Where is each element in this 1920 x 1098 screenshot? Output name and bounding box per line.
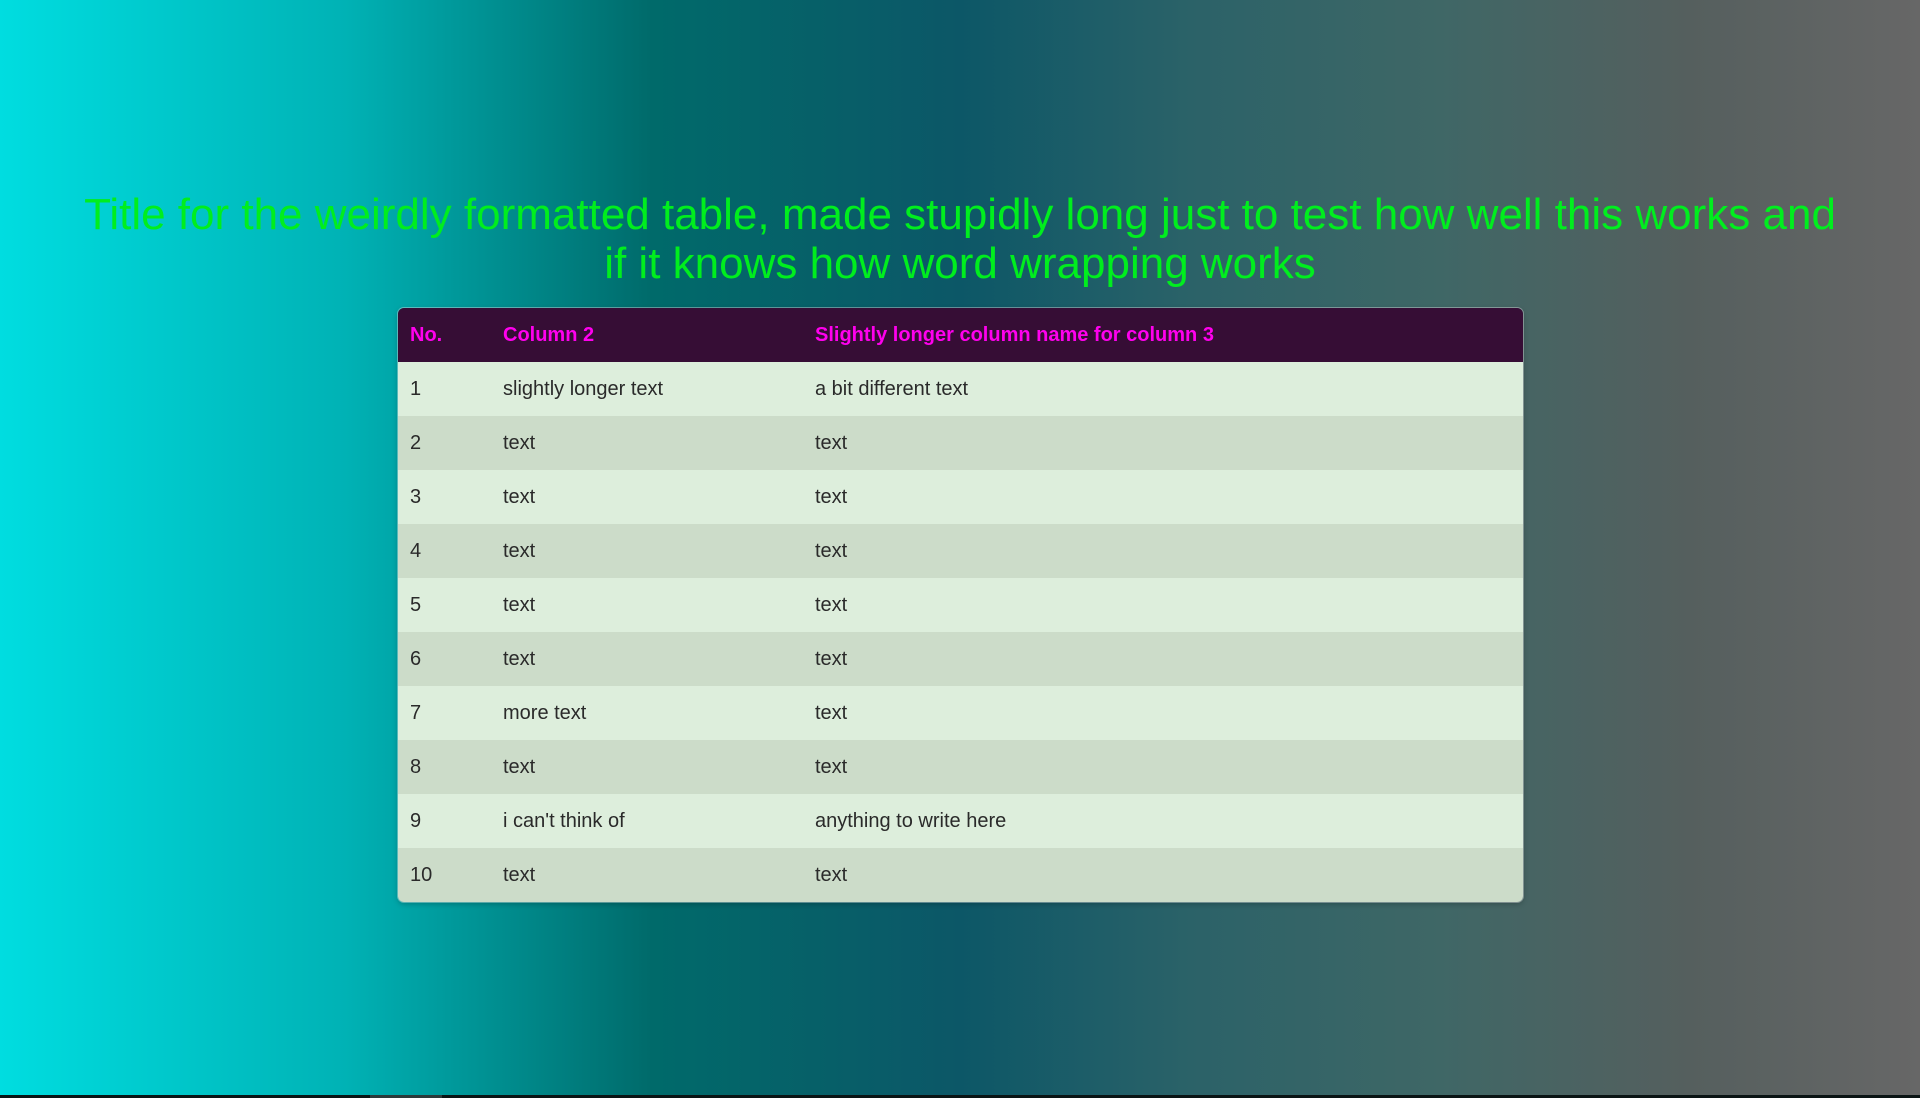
cell-no: 5 <box>410 593 422 616</box>
cell-column-2: text <box>503 755 536 778</box>
cell-column-2: text <box>503 431 536 454</box>
table-row: 9 i can't think of anything to write her… <box>398 794 1523 848</box>
page-title: Title for the weirdly formatted table, m… <box>84 190 1836 288</box>
cell-column-3: text <box>815 755 848 778</box>
cell-column-2: text <box>503 539 536 562</box>
table-row: 3 text text <box>398 470 1523 524</box>
cell-column-2: text <box>503 485 536 508</box>
cell-no: 10 <box>410 863 433 886</box>
cell-column-3: a bit different text <box>815 377 969 400</box>
table-body: 1 slightly longer text a bit different t… <box>398 362 1523 902</box>
cell-column-3: text <box>815 539 848 562</box>
table-row: 1 slightly longer text a bit different t… <box>398 362 1523 416</box>
cell-column-3: text <box>815 863 848 886</box>
table: No. Column 2 Slightly longer column name… <box>398 308 1523 902</box>
table-header-row: No. Column 2 Slightly longer column name… <box>398 308 1523 362</box>
cell-no: 2 <box>410 431 422 454</box>
cell-column-2: text <box>503 593 536 616</box>
cell-column-2: text <box>503 647 536 670</box>
cell-column-3: anything to write here <box>815 809 1007 832</box>
cell-column-3: text <box>815 701 848 724</box>
cell-column-3: text <box>815 485 848 508</box>
table-row: 8 text text <box>398 740 1523 794</box>
table-row: 7 more text text <box>398 686 1523 740</box>
table-row: 6 text text <box>398 632 1523 686</box>
cell-column-2: text <box>503 863 536 886</box>
cell-no: 1 <box>410 377 422 400</box>
table-row: 10 text text <box>398 848 1523 902</box>
cell-no: 3 <box>410 485 422 508</box>
table-header: No. Column 2 Slightly longer column name… <box>398 308 1523 362</box>
cell-column-2: slightly longer text <box>503 377 664 400</box>
cell-column-3: text <box>815 431 848 454</box>
cell-no: 9 <box>410 809 422 832</box>
cell-no: 6 <box>410 647 422 670</box>
cell-column-3: text <box>815 647 848 670</box>
cell-no: 7 <box>410 701 422 724</box>
data-table: No. Column 2 Slightly longer column name… <box>398 308 1523 902</box>
cell-no: 4 <box>410 539 422 562</box>
cell-column-2: more text <box>503 701 587 724</box>
table-row: 4 text text <box>398 524 1523 578</box>
column-header-2: Column 2 <box>503 323 595 346</box>
cell-no: 8 <box>410 755 422 778</box>
table-row: 2 text text <box>398 416 1523 470</box>
cell-column-2: i can't think of <box>503 809 625 832</box>
column-header-no: No. <box>410 323 443 346</box>
cell-column-3: text <box>815 593 848 616</box>
table-row: 5 text text <box>398 578 1523 632</box>
column-header-3: Slightly longer column name for column 3 <box>815 323 1214 346</box>
